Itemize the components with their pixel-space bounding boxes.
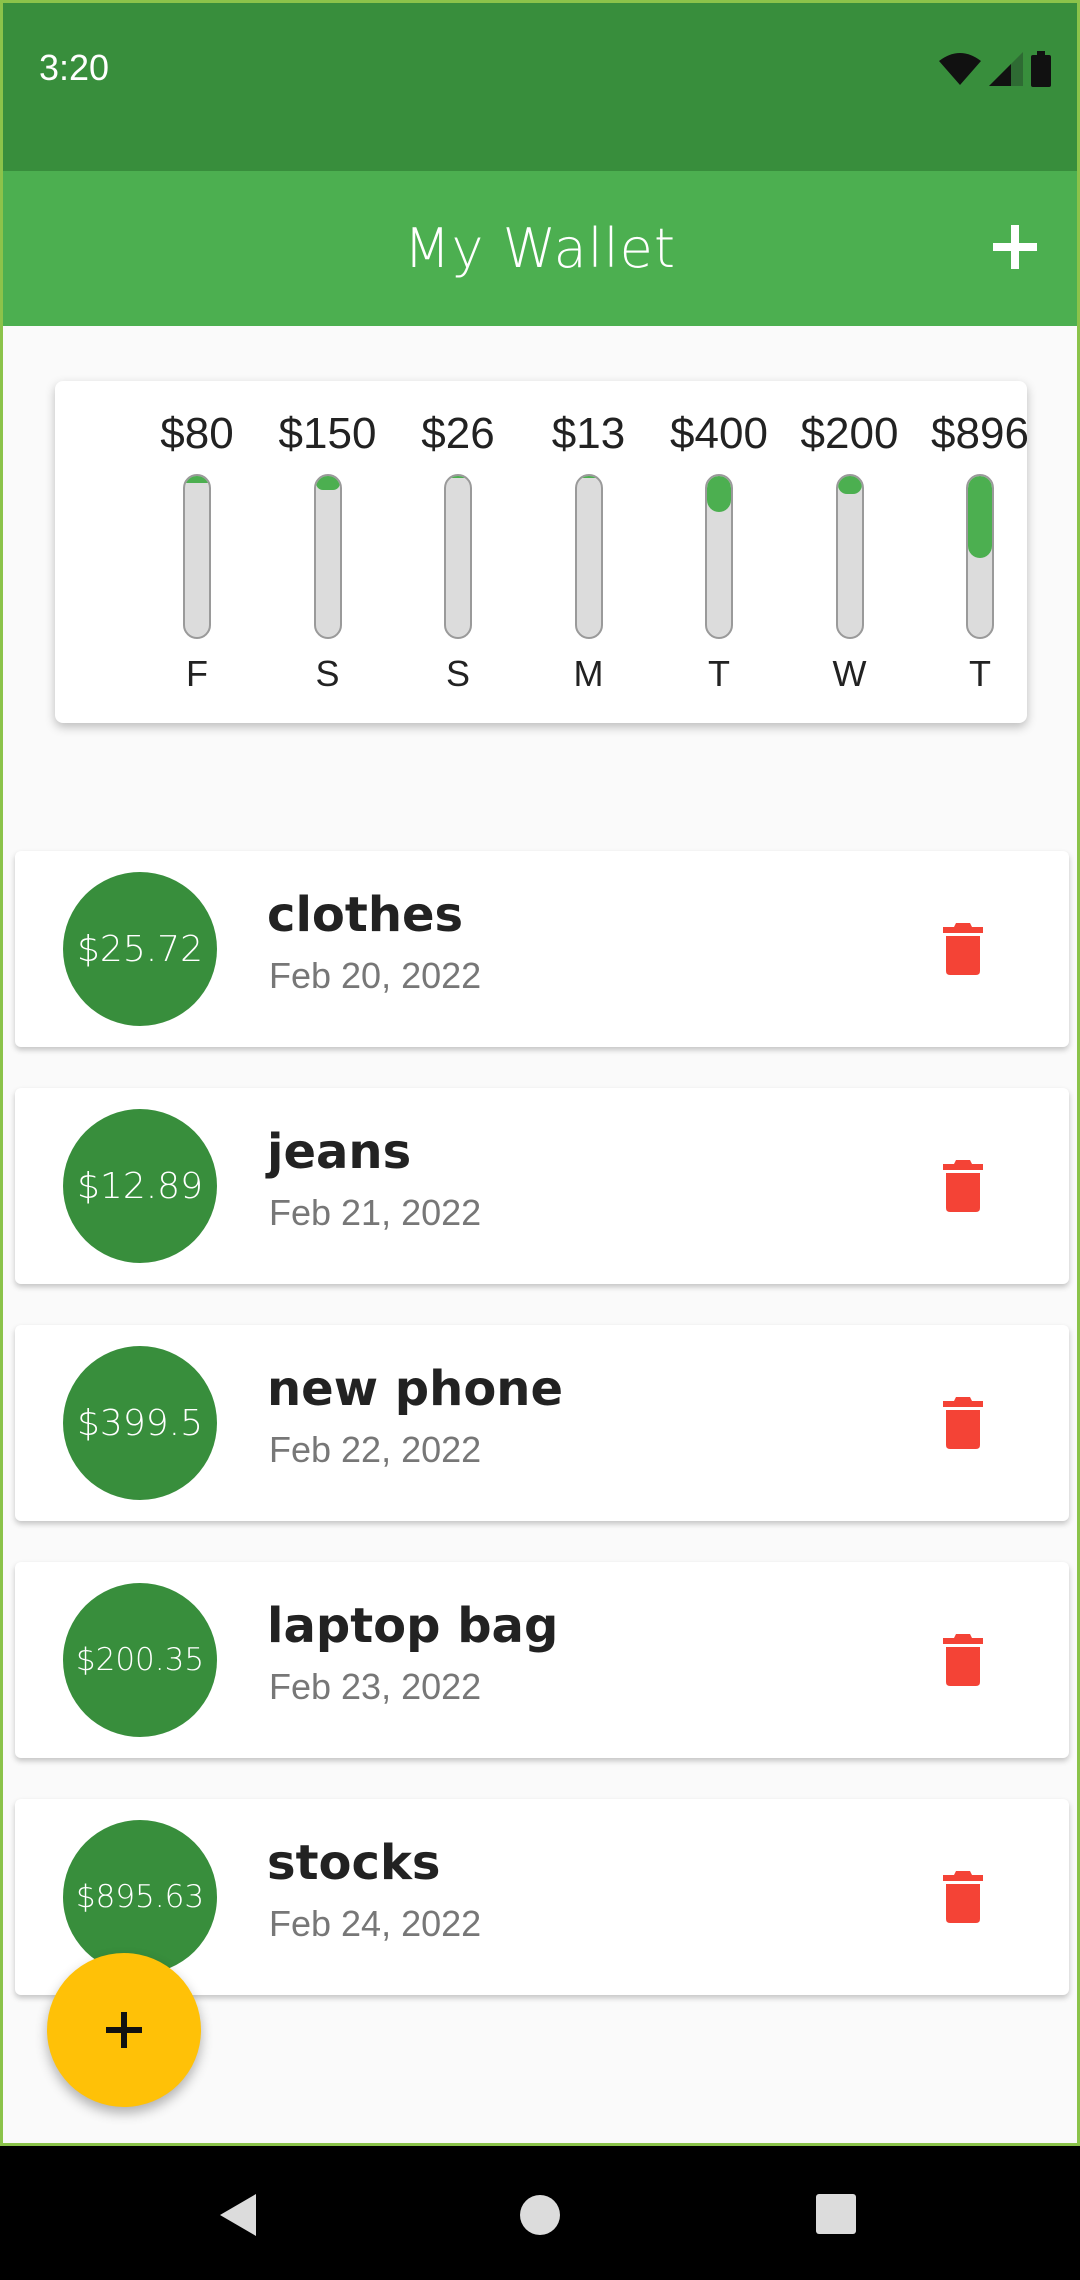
recents-icon[interactable] bbox=[816, 2194, 856, 2234]
bar-track bbox=[574, 474, 603, 639]
transaction-card[interactable]: $200.35 laptop bag Feb 23, 2022 bbox=[15, 1562, 1069, 1758]
bar-fill bbox=[576, 476, 601, 478]
battery-icon bbox=[1031, 51, 1051, 87]
transaction-date: Feb 24, 2022 bbox=[269, 1903, 482, 1944]
amount-badge: $200.35 bbox=[63, 1583, 217, 1737]
add-transaction-fab[interactable] bbox=[47, 1953, 201, 2107]
transaction-list: $25.72 clothes Feb 20, 2022 $12.89 jeans Feb … bbox=[3, 779, 1077, 2143]
bar-fill bbox=[185, 476, 209, 483]
bar-day-label: S bbox=[445, 653, 470, 694]
amount-badge: $399.5 bbox=[63, 1346, 217, 1500]
bar-column: $896 T bbox=[915, 381, 1045, 723]
transaction-title: clothes bbox=[267, 887, 464, 943]
wifi-icon bbox=[939, 53, 981, 85]
bar-track bbox=[444, 474, 472, 639]
bar-fill bbox=[707, 476, 731, 512]
transaction-title: laptop bag bbox=[267, 1598, 559, 1654]
bar-track bbox=[966, 474, 994, 639]
bar-fill bbox=[968, 476, 992, 558]
bar-day-label: M bbox=[573, 653, 604, 694]
bar-amount-label: $896 bbox=[931, 409, 1029, 458]
trash-icon[interactable] bbox=[943, 1634, 983, 1686]
bar-day-label: W bbox=[832, 653, 867, 694]
bar-track bbox=[835, 474, 864, 639]
transaction-title: stocks bbox=[267, 1835, 441, 1891]
transaction-date: Feb 20, 2022 bbox=[269, 955, 482, 996]
amount-badge: $25.72 bbox=[63, 872, 217, 1026]
app-bar: My Wallet bbox=[3, 171, 1077, 326]
transaction-date: Feb 21, 2022 bbox=[269, 1192, 482, 1233]
bar-day-label: F bbox=[186, 653, 208, 694]
transaction-card[interactable]: $895.63 stocks Feb 24, 2022 bbox=[15, 1799, 1069, 1995]
transaction-title: new phone bbox=[267, 1361, 564, 1417]
transaction-card[interactable]: $25.72 clothes Feb 20, 2022 bbox=[15, 851, 1069, 1047]
bar-day-label: T bbox=[969, 653, 991, 694]
weekly-spending-chart: $80 F $150 S $26 S $13 M $400 T $200 W $896 T bbox=[55, 381, 1029, 723]
plus-icon[interactable] bbox=[983, 215, 1047, 279]
bar-track bbox=[183, 474, 211, 639]
transaction-card[interactable]: $399.5 new phone Feb 22, 2022 bbox=[15, 1325, 1069, 1521]
bar-track bbox=[705, 474, 733, 639]
app-screen: 3:20 My Wallet $80 F $150 S $26 S $13 M $400 T $20… bbox=[0, 0, 1080, 2146]
trash-icon[interactable] bbox=[943, 923, 983, 975]
app-title: My Wallet bbox=[403, 217, 677, 280]
transaction-title: jeans bbox=[267, 1124, 412, 1180]
amount-badge: $895.63 bbox=[63, 1820, 217, 1974]
plus-icon bbox=[106, 2012, 142, 2048]
transaction-card[interactable]: $12.89 jeans Feb 21, 2022 bbox=[15, 1088, 1069, 1284]
status-time: 3:20 bbox=[39, 47, 110, 88]
transaction-date: Feb 22, 2022 bbox=[269, 1429, 482, 1470]
amount-badge: $12.89 bbox=[63, 1109, 217, 1263]
bar-fill bbox=[446, 476, 470, 478]
bar-fill bbox=[837, 476, 862, 494]
signal-icon bbox=[989, 52, 1023, 86]
bar-day-label: T bbox=[708, 653, 730, 694]
home-icon[interactable] bbox=[519, 2194, 561, 2236]
bar-track bbox=[313, 474, 342, 639]
bar-day-label: S bbox=[315, 653, 340, 694]
trash-icon[interactable] bbox=[943, 1397, 983, 1449]
bar-fill bbox=[315, 476, 340, 490]
status-bar: 3:20 bbox=[3, 3, 1077, 171]
status-icons bbox=[939, 51, 1051, 87]
trash-icon[interactable] bbox=[943, 1871, 983, 1923]
navigation-bar bbox=[0, 2146, 1080, 2280]
trash-icon[interactable] bbox=[943, 1160, 983, 1212]
back-icon[interactable] bbox=[216, 2192, 260, 2238]
transaction-date: Feb 23, 2022 bbox=[269, 1666, 482, 1707]
